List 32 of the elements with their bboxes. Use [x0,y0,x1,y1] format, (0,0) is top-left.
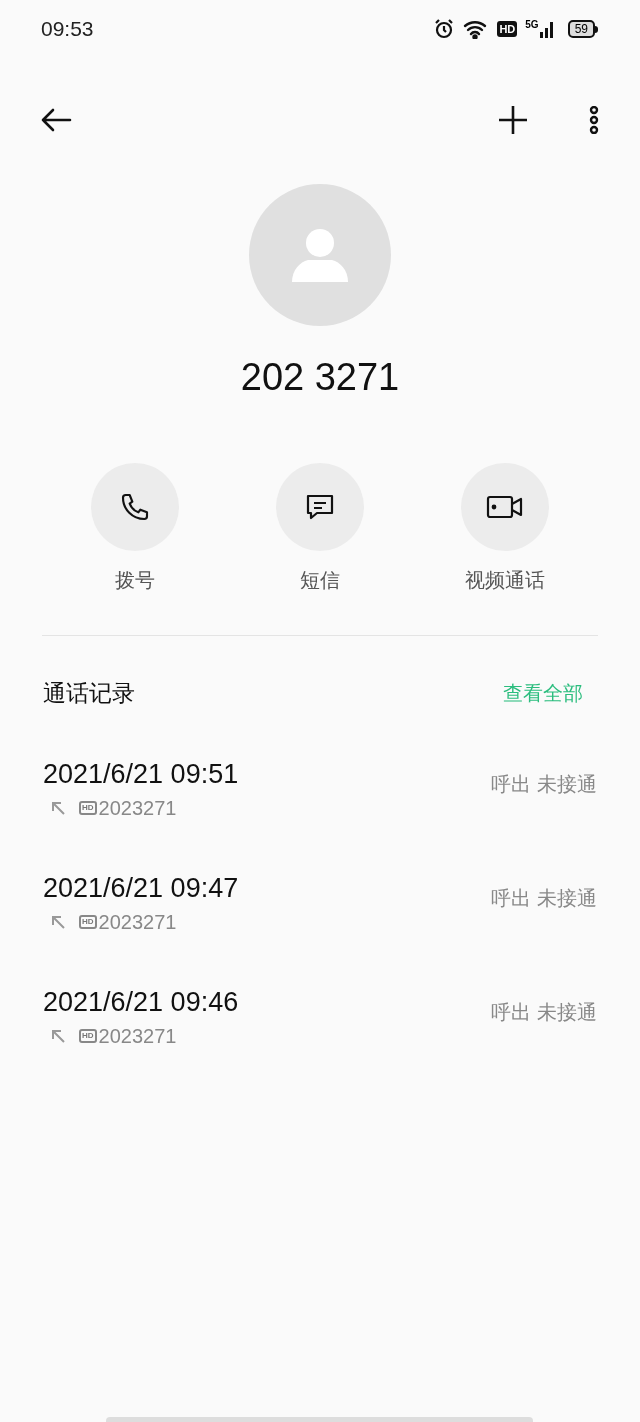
outgoing-call-icon [51,800,65,815]
action-label: 视频通话 [465,568,545,593]
status-time: 09:53 [41,16,94,43]
hd-badge: HD [79,800,97,815]
call-status: 呼出 未接通 [491,999,597,1025]
battery-indicator: 59 [567,20,598,38]
contact-number: 202 3271 [240,355,400,400]
call-datetime: 2021/6/21 09:46 [43,985,239,1019]
call-number: 2023271 [98,795,177,821]
more-options-icon[interactable] [588,106,600,134]
message-icon [305,493,335,521]
call-number: 2023271 [98,1023,177,1049]
call-number: 2023271 [98,909,177,935]
hd-badge: HD [497,21,518,37]
call-status: 呼出 未接通 [491,771,597,797]
section-title: 通话记录 [43,679,135,708]
hd-badge: HD [79,914,97,929]
add-icon[interactable] [498,105,528,135]
signal-icon [539,20,556,38]
phone-icon [119,491,151,523]
network-label: 5G [525,20,539,30]
outgoing-call-icon [51,1028,65,1043]
view-all-link[interactable]: 查看全部 [503,678,583,709]
back-arrow-icon[interactable] [40,108,72,132]
outgoing-call-icon [51,914,65,929]
video-camera-icon [486,494,524,520]
action-label: 短信 [300,568,340,593]
action-label: 拨号 [115,568,155,593]
call-datetime: 2021/6/21 09:51 [43,757,239,791]
call-status: 呼出 未接通 [491,885,597,911]
hd-badge: HD [79,1028,97,1043]
call-datetime: 2021/6/21 09:47 [43,871,239,905]
